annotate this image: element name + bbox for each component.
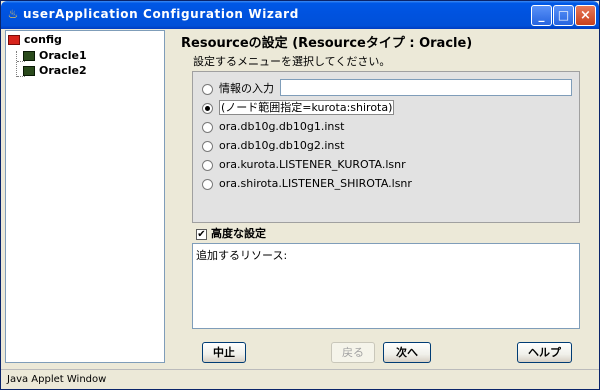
option-label: (ノード範囲指定=kurota:shirota)	[219, 100, 395, 115]
advanced-settings-label: 高度な設定	[211, 227, 266, 240]
status-bar: Java Applet Window	[1, 369, 599, 389]
resource-icon	[23, 66, 35, 76]
checkmark-icon[interactable]: ✔	[196, 228, 207, 240]
config-folder-icon	[8, 35, 20, 45]
option-kurota-listener[interactable]: ora.kurota.LISTENER_KUROTA.lsnr	[202, 157, 406, 173]
tree-item-label: Oracle2	[39, 64, 87, 77]
help-button[interactable]: ヘルプ	[517, 342, 572, 363]
close-button[interactable]: ×	[575, 5, 596, 26]
added-resources-area[interactable]: 追加するリソース:	[192, 243, 580, 329]
resource-tree[interactable]: config Oracle1 Oracle2	[5, 30, 165, 363]
menu-options-panel: 情報の入力 (ノード範囲指定=kurota:shirota) ora.db10g…	[192, 71, 580, 223]
resource-icon	[23, 51, 35, 61]
tree-connector	[16, 51, 17, 77]
option-info-input[interactable]: 情報の入力	[202, 81, 274, 97]
option-label: ora.db10g.db10g2.inst	[219, 139, 345, 152]
java-app-icon: ♨	[7, 7, 19, 21]
cancel-button[interactable]: 中止	[202, 342, 246, 363]
radio-button[interactable]	[202, 159, 213, 171]
tree-item-label: config	[24, 33, 62, 46]
advanced-settings-checkbox[interactable]: ✔ 高度な設定	[196, 227, 266, 241]
option-node-range[interactable]: (ノード範囲指定=kurota:shirota)	[202, 100, 395, 116]
window-title: userApplication Configuration Wizard	[23, 7, 299, 21]
radio-button-selected[interactable]	[202, 102, 213, 114]
tree-item-label: Oracle1	[39, 49, 87, 62]
maximize-button[interactable]: □	[553, 5, 574, 26]
option-label: ora.kurota.LISTENER_KUROTA.lsnr	[219, 158, 406, 171]
option-db10g1[interactable]: ora.db10g.db10g1.inst	[202, 119, 344, 135]
tree-item-config[interactable]: config	[8, 32, 62, 48]
title-bar[interactable]: ♨ userApplication Configuration Wizard _…	[1, 1, 599, 29]
option-label: ora.shirota.LISTENER_SHIROTA.lsnr	[219, 177, 412, 190]
back-button[interactable]: 戻る	[331, 342, 375, 363]
option-label: 情報の入力	[219, 82, 274, 95]
option-label: ora.db10g.db10g1.inst	[219, 120, 345, 133]
page-title: Resourceの設定 (Resourceタイプ : Oracle)	[181, 36, 473, 51]
info-input-field[interactable]	[280, 79, 572, 96]
next-button[interactable]: 次へ	[383, 342, 431, 363]
minimize-button[interactable]: _	[531, 5, 552, 26]
radio-button[interactable]	[202, 121, 213, 133]
tree-item-oracle2[interactable]: Oracle2	[23, 63, 87, 79]
option-shirota-listener[interactable]: ora.shirota.LISTENER_SHIROTA.lsnr	[202, 176, 412, 192]
radio-button[interactable]	[202, 178, 213, 190]
page-subtitle: 設定するメニューを選択してください。	[193, 55, 391, 68]
radio-button[interactable]	[202, 140, 213, 152]
radio-button[interactable]	[202, 83, 213, 95]
status-text: Java Applet Window	[7, 374, 107, 385]
tree-item-oracle1[interactable]: Oracle1	[23, 48, 87, 64]
option-db10g2[interactable]: ora.db10g.db10g2.inst	[202, 138, 344, 154]
wizard-window: ♨ userApplication Configuration Wizard _…	[0, 0, 600, 390]
